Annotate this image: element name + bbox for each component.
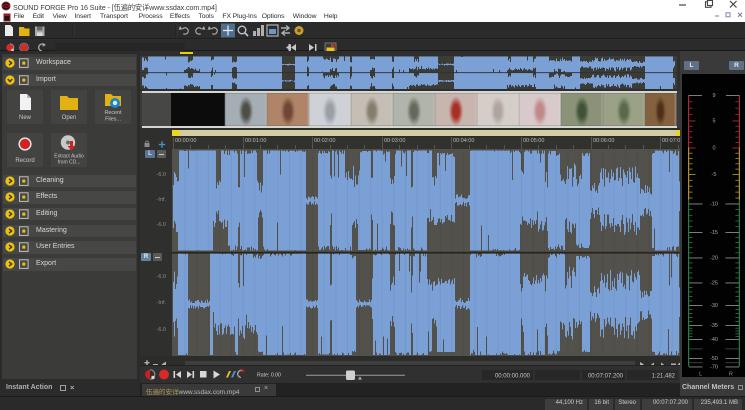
- svg-text:-5: -5: [712, 172, 717, 178]
- svg-text:-20: -20: [710, 256, 718, 262]
- svg-text:1:21,482: 1:21,482: [652, 374, 676, 380]
- svg-text:Recent: Recent: [104, 110, 122, 116]
- svg-text:00:00:00.000: 00:00:00.000: [495, 374, 531, 380]
- svg-text:-40: -40: [710, 337, 718, 343]
- svg-text:from CD...: from CD...: [58, 159, 81, 165]
- svg-text:-10: -10: [710, 202, 718, 208]
- svg-text:-35: -35: [710, 323, 718, 329]
- svg-text:R: R: [729, 372, 733, 378]
- svg-text:-30: -30: [710, 303, 718, 309]
- svg-text:-15: -15: [710, 230, 718, 236]
- svg-text:-25: -25: [710, 281, 718, 287]
- svg-text:-70: -70: [710, 365, 718, 371]
- svg-text:Rate: 0.00: Rate: 0.00: [257, 372, 281, 378]
- svg-text:New: New: [19, 115, 32, 121]
- svg-text:00:07:07.200: 00:07:07.200: [588, 374, 624, 380]
- svg-text:L: L: [699, 372, 702, 378]
- svg-text:Record: Record: [15, 158, 34, 164]
- svg-text:9: 9: [712, 93, 715, 99]
- svg-text:5: 5: [712, 119, 715, 125]
- svg-text:0: 0: [712, 146, 715, 152]
- svg-text:Open: Open: [62, 115, 77, 121]
- svg-text:-50: -50: [710, 356, 718, 362]
- svg-text:Files...: Files...: [105, 116, 121, 122]
